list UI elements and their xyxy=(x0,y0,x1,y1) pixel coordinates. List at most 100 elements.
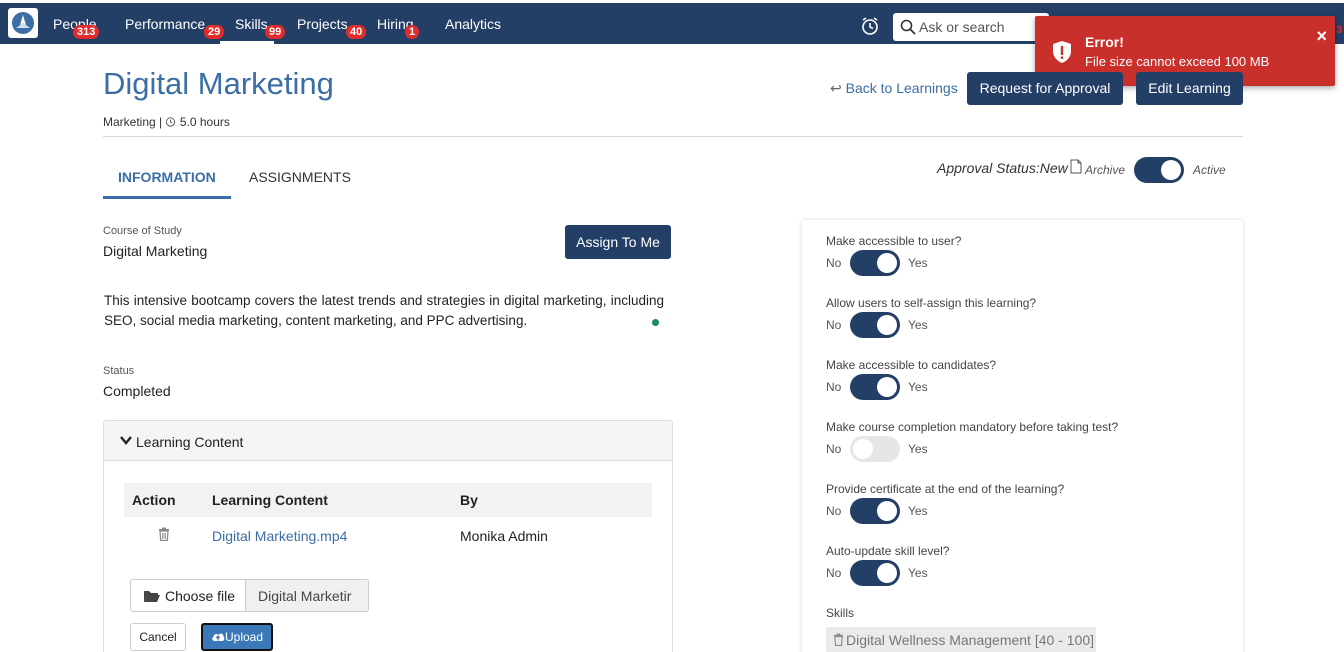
hiring-count-badge: 1 xyxy=(405,25,420,39)
column-learning-content: Learning Content xyxy=(212,492,328,508)
active-nav-indicator xyxy=(220,41,274,44)
back-link-label: Back to Learnings xyxy=(845,80,958,96)
selected-file-text: Digital Marketir xyxy=(258,588,352,604)
question-accessible-to-candidates: Make accessible to candidates? xyxy=(826,358,997,372)
toggle-knob xyxy=(877,377,897,397)
learning-meta: Marketing | 5.0 hours xyxy=(103,115,230,129)
learning-content-file-link[interactable]: Digital Marketing.mp4 xyxy=(212,528,347,544)
uploaded-by: Monika Admin xyxy=(460,528,548,544)
status-label: Status xyxy=(103,365,135,377)
active-label: Active xyxy=(1193,163,1226,177)
nav-item-projects[interactable]: Projects xyxy=(297,16,348,32)
settings-card: Make accessible to user? No Yes Allow us… xyxy=(802,220,1243,652)
nav-item-skills[interactable]: Skills xyxy=(235,16,268,32)
back-to-learnings-link[interactable]: ↩ Back to Learnings xyxy=(830,80,958,97)
toggle-knob xyxy=(877,253,897,273)
tab-information[interactable]: INFORMATION xyxy=(118,169,216,185)
skill-chip: Digital Wellness Management [40 - 100] xyxy=(826,627,1096,652)
search-input[interactable] xyxy=(919,17,1044,37)
app-logo[interactable] xyxy=(8,8,38,38)
projects-count-badge: 40 xyxy=(346,25,367,39)
performance-count-badge: 29 xyxy=(204,25,225,39)
nav-item-analytics[interactable]: Analytics xyxy=(445,16,501,32)
header-divider xyxy=(103,136,1243,137)
self-assign-toggle[interactable] xyxy=(850,312,900,338)
toggle-knob xyxy=(877,563,897,583)
question-accessible-to-user: Make accessible to user? xyxy=(826,234,962,248)
accessible-to-user-toggle[interactable] xyxy=(850,250,900,276)
yes-label: Yes xyxy=(908,380,928,394)
shield-alert-icon xyxy=(1053,41,1071,63)
selected-file-name: Digital Marketir xyxy=(246,580,368,611)
toggle-knob xyxy=(877,501,897,521)
toggle-knob xyxy=(1161,160,1181,180)
learning-content-table-header: Action Learning Content By xyxy=(124,483,652,517)
folder-open-icon xyxy=(144,591,160,602)
upload-label: Upload xyxy=(224,630,264,644)
auto-update-skill-toggle[interactable] xyxy=(850,560,900,586)
no-label: No xyxy=(826,442,842,456)
clock-icon xyxy=(166,117,176,127)
cloud-upload-icon xyxy=(212,633,225,641)
column-by: By xyxy=(460,492,478,508)
choose-file-label: Choose file xyxy=(165,588,236,604)
notification-badge: 3 xyxy=(1336,24,1343,36)
question-completion-mandatory: Make course completion mandatory before … xyxy=(826,420,1119,434)
search-box[interactable] xyxy=(893,13,1049,41)
status-dot xyxy=(652,319,659,326)
toggle-knob xyxy=(877,315,897,335)
toast-close-button[interactable]: × xyxy=(1316,26,1327,47)
status-value: Completed xyxy=(103,383,171,399)
course-of-study-label: Course of Study xyxy=(103,225,182,237)
skills-label: Skills xyxy=(826,606,855,620)
archive-active-toggle[interactable] xyxy=(1134,157,1184,183)
learning-content-title: Learning Content xyxy=(136,434,244,450)
trash-icon[interactable] xyxy=(833,633,844,646)
skill-text: Digital Wellness Management [40 - 100] xyxy=(846,632,1094,648)
archive-label: Archive xyxy=(1085,163,1126,177)
trash-icon[interactable] xyxy=(158,527,170,541)
page-title: Digital Marketing xyxy=(103,66,334,101)
toast-message: File size cannot exceed 100 MB xyxy=(1085,54,1270,69)
approval-status: Approval Status:New xyxy=(937,160,1068,176)
question-provide-certificate: Provide certificate at the end of the le… xyxy=(826,482,1065,496)
skill-name: Digital Wellness Management xyxy=(846,632,1031,648)
tab-assignments[interactable]: ASSIGNMENTS xyxy=(249,169,351,185)
file-chooser[interactable]: Choose file Digital Marketir xyxy=(130,579,369,612)
assign-to-me-button[interactable]: Assign To Me xyxy=(565,225,671,259)
no-label: No xyxy=(826,256,842,270)
nav-item-performance[interactable]: Performance xyxy=(125,16,205,32)
document-icon xyxy=(1070,159,1082,174)
active-tab-indicator xyxy=(103,196,231,199)
column-action: Action xyxy=(132,492,176,508)
people-count-badge: 313 xyxy=(73,25,100,39)
no-label: No xyxy=(826,380,842,394)
provide-certificate-toggle[interactable] xyxy=(850,498,900,524)
upload-button[interactable]: Upload xyxy=(201,623,273,651)
learning-content-panel: Learning Content Action Learning Content… xyxy=(103,420,673,652)
search-icon xyxy=(900,19,916,35)
completion-mandatory-toggle[interactable] xyxy=(850,436,900,462)
yes-label: Yes xyxy=(908,504,928,518)
choose-file-button[interactable]: Choose file xyxy=(131,580,246,611)
toast-title: Error! xyxy=(1085,34,1124,50)
toggle-knob xyxy=(853,439,873,459)
course-of-study-value: Digital Marketing xyxy=(103,243,208,259)
accessible-to-candidates-toggle[interactable] xyxy=(850,374,900,400)
logo-icon xyxy=(12,12,34,34)
learning-content-header[interactable]: Learning Content xyxy=(104,421,672,461)
duration-label: 5.0 hours xyxy=(179,115,230,129)
yes-label: Yes xyxy=(908,318,928,332)
category-label: Marketing xyxy=(103,115,156,129)
no-label: No xyxy=(826,566,842,580)
request-approval-button[interactable]: Request for Approval xyxy=(967,72,1123,105)
skill-range: [40 - 100] xyxy=(1034,632,1094,648)
no-label: No xyxy=(826,504,842,518)
alarm-clock-icon[interactable] xyxy=(860,16,880,36)
no-label: No xyxy=(826,318,842,332)
chevron-down-icon xyxy=(120,436,132,445)
edit-learning-button[interactable]: Edit Learning xyxy=(1136,72,1243,105)
yes-label: Yes xyxy=(908,442,928,456)
cancel-button[interactable]: Cancel xyxy=(130,623,186,651)
question-auto-update-skill: Auto-update skill level? xyxy=(826,544,950,558)
